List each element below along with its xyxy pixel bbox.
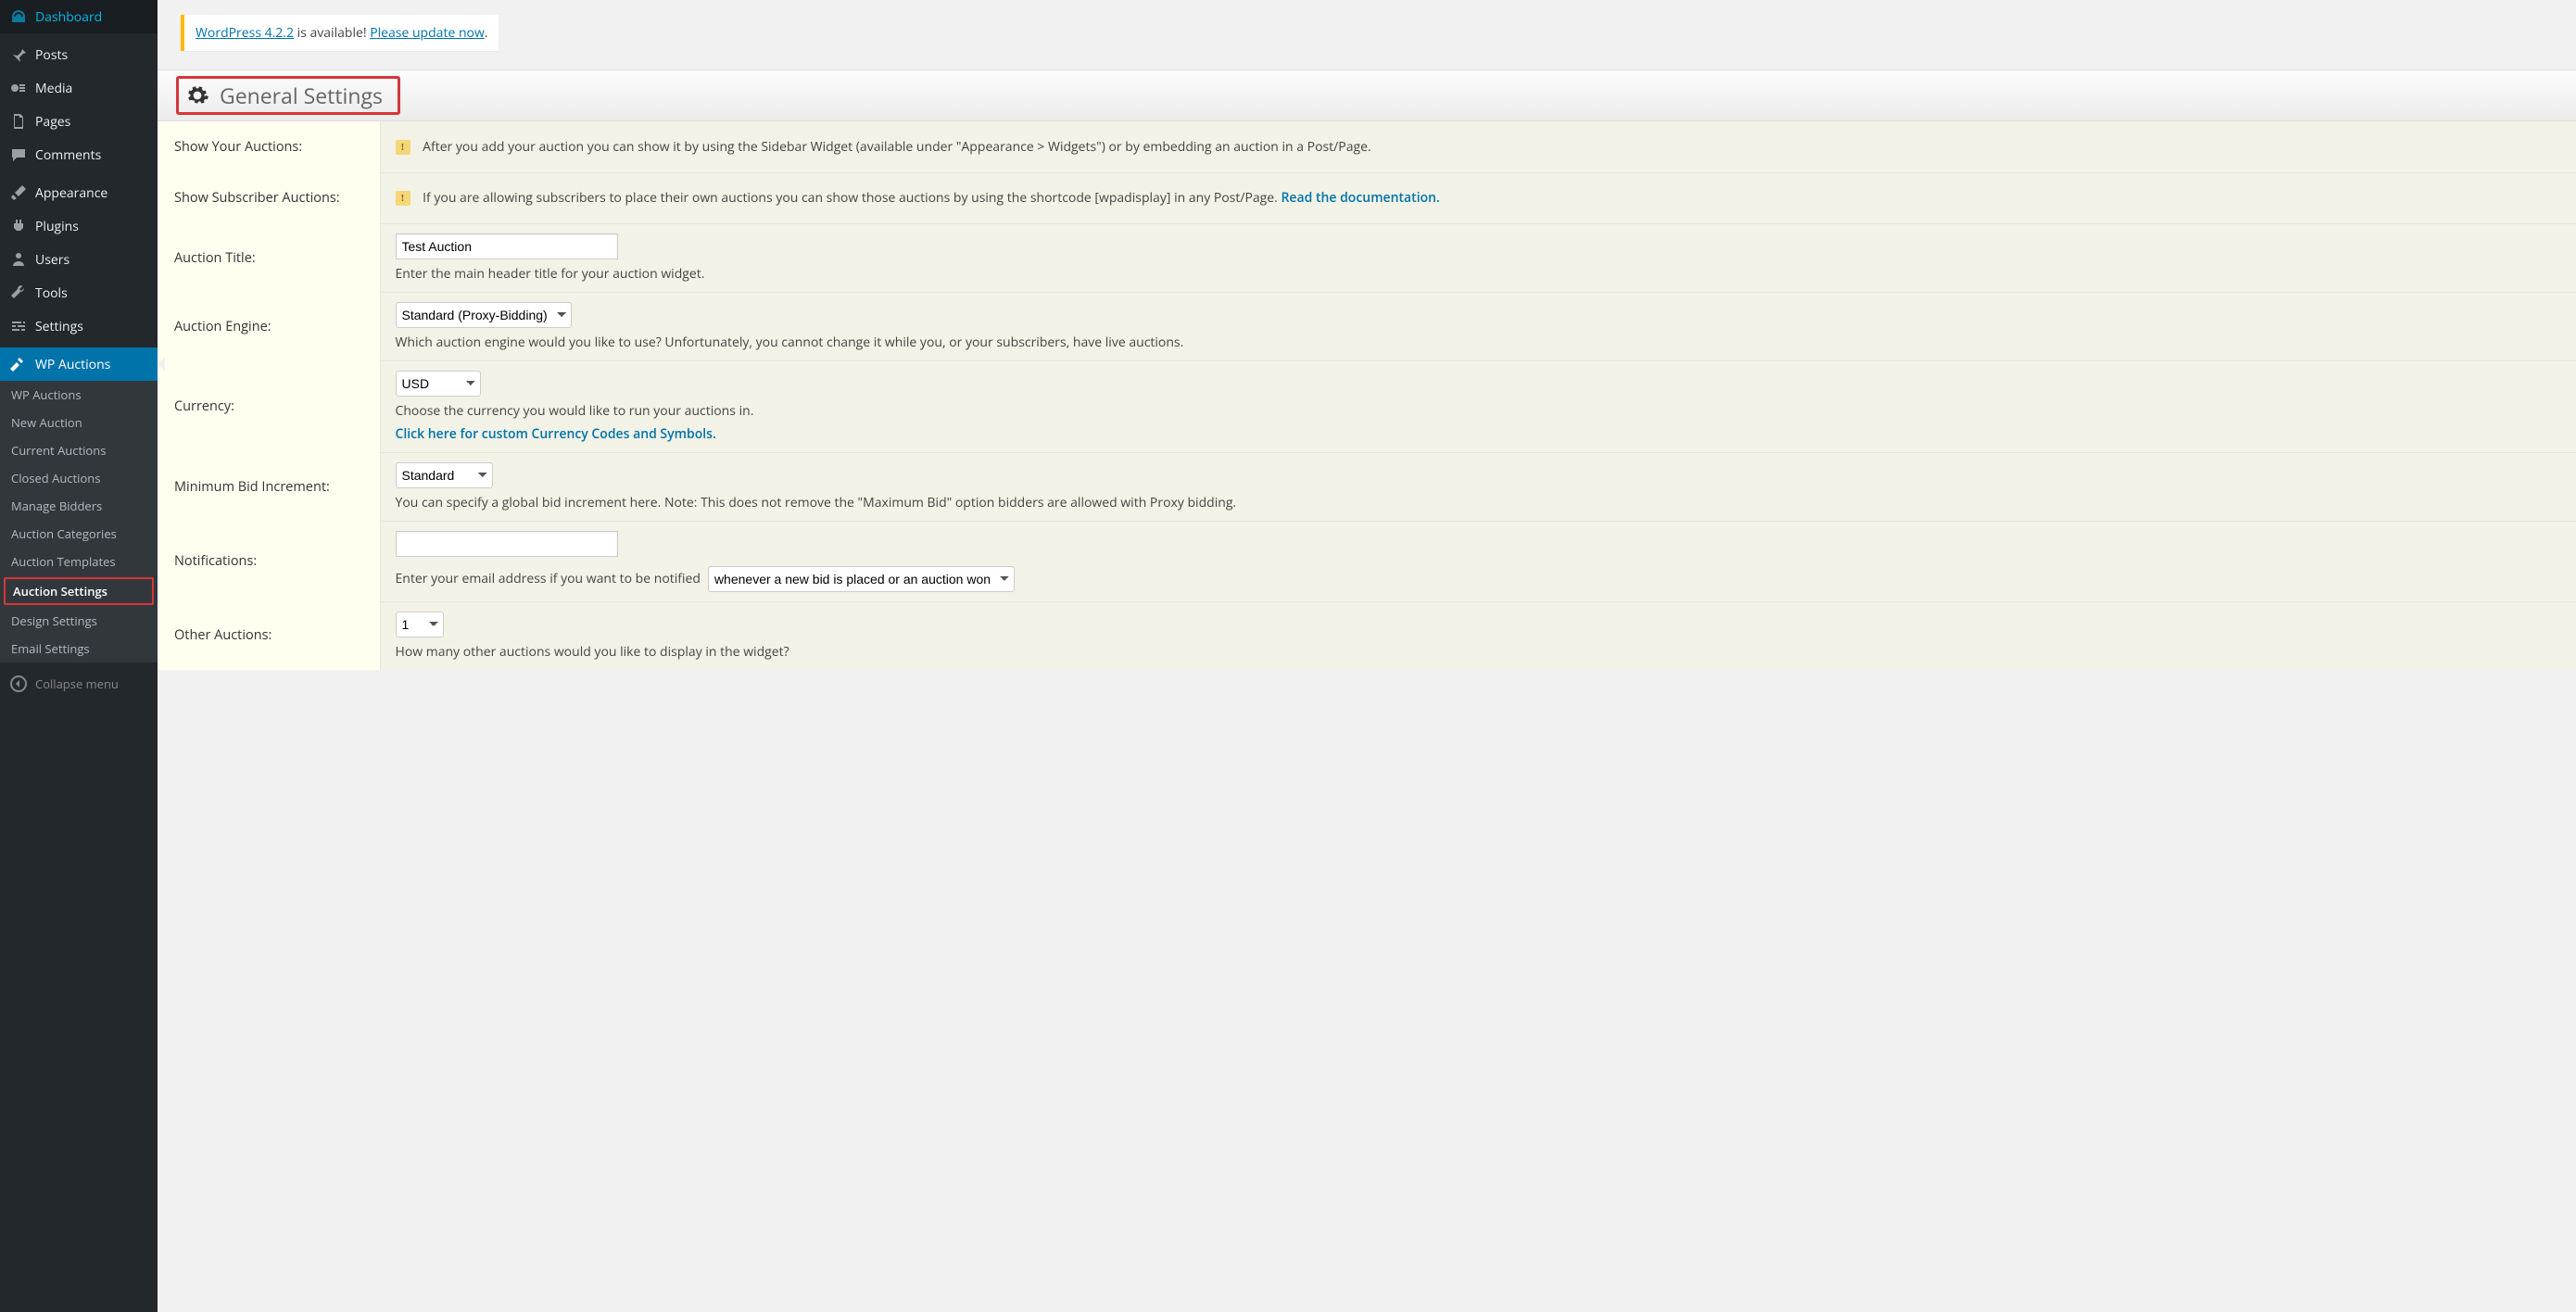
row-label-min-bid: Minimum Bid Increment:: [158, 452, 380, 521]
row-label-show-subscriber: Show Subscriber Auctions:: [158, 172, 380, 223]
sidebar-item-label: Pages: [35, 113, 70, 131]
sidebar-item-label: Appearance: [35, 184, 107, 202]
pages-icon: [9, 112, 28, 131]
info-icon: !: [396, 191, 410, 206]
sidebar-item-posts[interactable]: Posts: [0, 38, 158, 71]
pin-icon: [9, 45, 28, 64]
min-bid-desc: You can specify a global bid increment h…: [396, 494, 2562, 511]
update-notice: WordPress 4.2.2 is available! Please upd…: [181, 15, 499, 51]
submenu-item-auction-settings[interactable]: Auction Settings: [4, 577, 154, 605]
currency-codes-link[interactable]: Click here for custom Currency Codes and…: [396, 425, 716, 443]
sidebar-item-label: Settings: [35, 318, 83, 335]
sliders-icon: [9, 317, 28, 335]
auction-engine-select[interactable]: Standard (Proxy-Bidding): [396, 302, 572, 328]
submenu-item-auction-categories[interactable]: Auction Categories: [0, 520, 158, 548]
sidebar-item-label: Comments: [35, 146, 101, 164]
sidebar-item-dashboard[interactable]: Dashboard: [0, 0, 158, 33]
sidebar-item-tools[interactable]: Tools: [0, 276, 158, 309]
row-label-show-auctions: Show Your Auctions:: [158, 121, 380, 172]
submenu-item-design-settings[interactable]: Design Settings: [0, 607, 158, 635]
user-icon: [9, 250, 28, 269]
page-title: General Settings: [220, 81, 383, 110]
submenu-item-new-auction[interactable]: New Auction: [0, 409, 158, 436]
read-documentation-link[interactable]: Read the documentation.: [1281, 189, 1439, 207]
collapse-menu-button[interactable]: Collapse menu: [0, 667, 158, 700]
update-now-link[interactable]: Please update now: [370, 24, 485, 42]
row-label-notifications: Notifications:: [158, 521, 380, 601]
sidebar-item-users[interactable]: Users: [0, 243, 158, 276]
submenu-item-manage-bidders[interactable]: Manage Bidders: [0, 492, 158, 520]
sidebar-item-label: WP Auctions: [35, 356, 110, 373]
sidebar-item-media[interactable]: Media: [0, 71, 158, 105]
notifications-desc: Enter your email address if you want to …: [396, 570, 701, 587]
other-auctions-desc: How many other auctions would you like t…: [396, 643, 2562, 661]
min-bid-select[interactable]: Standard: [396, 462, 493, 488]
collapse-label: Collapse menu: [35, 675, 119, 692]
auction-engine-desc: Which auction engine would you like to u…: [396, 334, 2562, 351]
sidebar-item-label: Tools: [35, 284, 68, 302]
auction-title-desc: Enter the main header title for your auc…: [396, 265, 2562, 283]
submenu-item-closed-auctions[interactable]: Closed Auctions: [0, 464, 158, 492]
comment-icon: [9, 145, 28, 164]
admin-sidebar: Dashboard Posts Media Pages Comments App…: [0, 0, 158, 1312]
other-auctions-select[interactable]: 1: [396, 612, 444, 637]
plug-icon: [9, 217, 28, 235]
currency-select[interactable]: USD: [396, 371, 481, 397]
sidebar-submenu: WP Auctions New Auction Current Auctions…: [0, 381, 158, 662]
page-title-bar: General Settings: [158, 69, 2576, 121]
info-icon: !: [396, 140, 410, 155]
row-label-other-auctions: Other Auctions:: [158, 601, 380, 670]
collapse-icon: [9, 675, 28, 693]
hammer-icon: [9, 355, 28, 373]
dashboard-icon: [9, 7, 28, 26]
sidebar-item-comments[interactable]: Comments: [0, 138, 158, 171]
submenu-item-current-auctions[interactable]: Current Auctions: [0, 436, 158, 464]
row-label-auction-engine: Auction Engine:: [158, 292, 380, 360]
auction-title-input[interactable]: [396, 233, 618, 259]
sidebar-item-pages[interactable]: Pages: [0, 105, 158, 138]
row-label-currency: Currency:: [158, 360, 380, 452]
media-icon: [9, 79, 28, 97]
currency-desc: Choose the currency you would like to ru…: [396, 402, 2562, 420]
main-content: WordPress 4.2.2 is available! Please upd…: [158, 0, 2576, 670]
notifications-email-input[interactable]: [396, 531, 618, 557]
sidebar-item-label: Dashboard: [35, 8, 102, 26]
show-auctions-desc: After you add your auction you can show …: [423, 138, 1371, 156]
sidebar-item-label: Plugins: [35, 218, 79, 235]
gear-icon: [184, 82, 210, 108]
brush-icon: [9, 183, 28, 202]
row-label-auction-title: Auction Title:: [158, 223, 380, 292]
notifications-when-select[interactable]: whenever a new bid is placed or an aucti…: [708, 566, 1015, 592]
sidebar-item-plugins[interactable]: Plugins: [0, 209, 158, 243]
submenu-item-auction-templates[interactable]: Auction Templates: [0, 548, 158, 575]
sidebar-item-appearance[interactable]: Appearance: [0, 176, 158, 209]
show-subscriber-desc: If you are allowing subscribers to place…: [423, 189, 1281, 207]
sidebar-item-settings[interactable]: Settings: [0, 309, 158, 343]
sidebar-item-label: Users: [35, 251, 69, 269]
sidebar-item-label: Posts: [35, 46, 68, 64]
wrench-icon: [9, 284, 28, 302]
submenu-item-email-settings[interactable]: Email Settings: [0, 635, 158, 662]
settings-table: Show Your Auctions: ! After you add your…: [158, 121, 2576, 670]
sidebar-item-wp-auctions[interactable]: WP Auctions: [0, 347, 158, 381]
submenu-item-wp-auctions[interactable]: WP Auctions: [0, 381, 158, 409]
update-text: is available!: [294, 24, 370, 42]
update-version-link[interactable]: WordPress 4.2.2: [196, 24, 294, 42]
sidebar-item-label: Media: [35, 80, 72, 97]
